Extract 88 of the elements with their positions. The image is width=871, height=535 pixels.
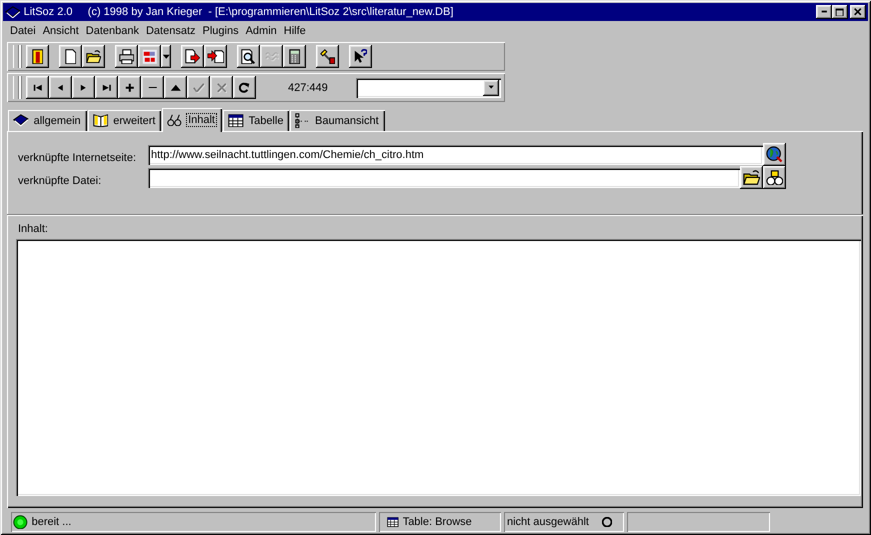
plus-icon: [124, 82, 134, 92]
status-text: Table: Browse: [402, 516, 472, 528]
import-icon: [206, 50, 224, 64]
calculator-button[interactable]: [283, 45, 306, 68]
export-button[interactable]: [181, 45, 204, 68]
caret-button[interactable]: [161, 45, 171, 68]
status-text: nicht ausgewählt: [507, 516, 589, 528]
plus-button[interactable]: [118, 76, 141, 99]
first-icon: [32, 84, 42, 92]
menu-item[interactable]: Admin: [242, 24, 281, 36]
caret-icon: [162, 54, 170, 60]
minus-button[interactable]: [141, 76, 164, 99]
printer-icon: [118, 48, 134, 64]
status-light-icon: [13, 514, 28, 530]
magnifier-button[interactable]: [237, 45, 260, 68]
door-button[interactable]: [26, 45, 49, 68]
last-icon: [102, 84, 112, 92]
status-text: bereit ...: [32, 516, 72, 528]
magnifier-icon: [241, 48, 256, 64]
globe-icon: [766, 146, 783, 163]
minimize-icon: [820, 10, 828, 14]
binoculars-icon: [766, 170, 784, 186]
table-icon: [387, 516, 399, 528]
content-label: Inhalt:: [18, 223, 48, 235]
previous-button[interactable]: [49, 76, 72, 99]
toolbar-grip[interactable]: [13, 45, 19, 68]
refresh-button[interactable]: [233, 76, 256, 99]
binoculars-button[interactable]: [763, 166, 786, 189]
printer-button[interactable]: [115, 45, 138, 68]
book-icon: [13, 114, 29, 127]
content-field[interactable]: [16, 239, 861, 496]
folder-icon: [742, 170, 760, 186]
globe-button[interactable]: [763, 143, 786, 166]
tab[interactable]: erweitert: [88, 110, 162, 131]
page-button[interactable]: [59, 45, 82, 68]
last-button[interactable]: [95, 76, 118, 99]
menu-item[interactable]: Datenbank: [82, 24, 143, 36]
tab[interactable]: allgemein: [8, 110, 87, 131]
caret-icon: [488, 85, 494, 90]
import-button[interactable]: [204, 45, 227, 68]
menu-item[interactable]: Hilfe: [280, 24, 310, 36]
page-icon: [64, 48, 76, 64]
dropdown-field[interactable]: [356, 78, 501, 98]
table-icon: [228, 114, 244, 128]
help-button[interactable]: [349, 45, 372, 68]
export-icon: [184, 49, 200, 64]
close-button[interactable]: [850, 5, 866, 19]
folder-button[interactable]: [82, 45, 105, 68]
minimize-button[interactable]: [816, 5, 832, 19]
field-label: verknüpfte Datei:: [18, 174, 102, 186]
window-title: LitSoz 2.0 (c) 1998 by Jan Krieger - [E:\programmieren\LitSoz 2\src\literatur_new.DB]: [24, 6, 454, 18]
previous-icon: [57, 84, 64, 92]
tab[interactable]: Tabelle: [222, 110, 290, 131]
flag-icon: [142, 48, 158, 64]
maximize-button[interactable]: [832, 5, 848, 19]
refresh-icon: [238, 82, 250, 93]
close-icon: [854, 8, 862, 16]
folder-button[interactable]: [740, 166, 763, 189]
folder-icon: [86, 50, 102, 64]
calculator-icon: [288, 48, 300, 64]
open-book-icon: [92, 114, 108, 128]
maximize-icon: [835, 8, 845, 16]
menu-item[interactable]: Datei: [7, 24, 40, 36]
tools-button[interactable]: [316, 45, 339, 68]
toolbar-grip[interactable]: [13, 76, 19, 99]
first-button[interactable]: [26, 76, 49, 99]
menu-item[interactable]: Datensatz: [142, 24, 200, 36]
checkmark-icon: [192, 82, 204, 92]
tools-icon: [320, 48, 336, 64]
next-icon: [80, 84, 87, 92]
menu-item[interactable]: Ansicht: [40, 24, 83, 36]
flag-button[interactable]: [138, 45, 161, 68]
field-label: verknüpfte Internetseite:: [18, 150, 138, 164]
tab[interactable]: Inhalt: [162, 108, 222, 132]
glasses-icon: [167, 114, 182, 126]
cross-icon: [216, 82, 226, 92]
input-field[interactable]: http://www.seilnacht.tuttlingen.com/Chemie/ch_citro.htm: [148, 144, 763, 164]
tree-icon: [295, 112, 310, 128]
door-icon: [32, 48, 44, 64]
record-counter: 427:449: [288, 82, 328, 94]
input-field[interactable]: [148, 168, 740, 188]
tab[interactable]: Baumansicht: [290, 110, 385, 131]
minus-icon: [148, 86, 158, 88]
up-triangle-button[interactable]: [164, 76, 187, 99]
menu-item[interactable]: Plugins: [200, 24, 243, 36]
up-triangle-icon: [170, 84, 182, 92]
help-icon: [354, 49, 368, 64]
next-button[interactable]: [72, 76, 95, 99]
